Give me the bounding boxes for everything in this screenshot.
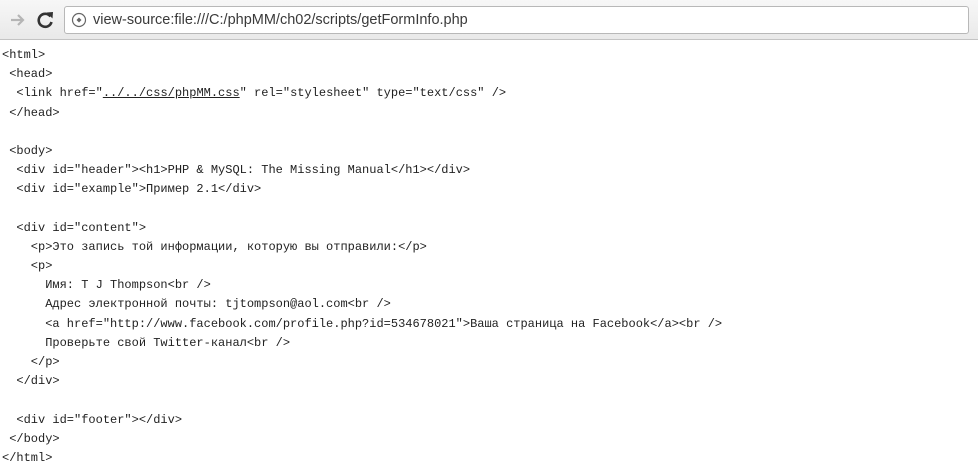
source-text: <link href="	[2, 86, 103, 101]
source-line: Адрес электронной почты: tjtompson@aol.c…	[2, 297, 391, 312]
source-line: <p>Это запись той информации, которую вы…	[2, 239, 427, 254]
source-line: Имя: T J Thompson<br />	[2, 278, 211, 293]
source-line: <div id="header"><h1>PHP & MySQL: The Mi…	[2, 163, 471, 178]
source-line: <a href="http://www.facebook.com/profile…	[2, 316, 723, 331]
reload-button[interactable]	[34, 9, 56, 31]
source-line: </body>	[2, 431, 60, 446]
source-line: Проверьте свой Twitter-канал<br />	[2, 335, 291, 350]
source-line: </p>	[2, 355, 60, 369]
arrow-right-icon	[11, 14, 25, 26]
source-line: <html>	[2, 48, 46, 62]
source-line	[2, 200, 722, 219]
source-line: <p>	[2, 259, 53, 274]
source-text: " rel="stylesheet" type="text/css" />	[239, 86, 507, 101]
stylesheet-link[interactable]: ../../css/phpMM.css	[103, 86, 240, 100]
source-line: <body>	[2, 143, 53, 158]
source-line	[2, 123, 722, 142]
source-line: </div>	[2, 374, 60, 389]
source-line: <head>	[2, 67, 53, 82]
browser-toolbar: view-source:file:///C:/phpMM/ch02/script…	[0, 0, 978, 40]
reload-icon	[37, 12, 53, 29]
source-line	[2, 391, 722, 410]
source-line: <link href="../../css/phpMM.css" rel="st…	[2, 84, 722, 103]
forward-button[interactable]	[8, 10, 28, 30]
page-info-icon	[71, 12, 87, 28]
address-bar-url: view-source:file:///C:/phpMM/ch02/script…	[93, 12, 468, 28]
source-line: <div id="example">Пример 2.1</div>	[2, 182, 262, 197]
source-line: <div id="footer"></div>	[2, 412, 183, 427]
source-line: <div id="content">	[2, 220, 147, 235]
page-source-view: <html> <head> <link href="../../css/phpM…	[2, 46, 722, 468]
address-bar[interactable]: view-source:file:///C:/phpMM/ch02/script…	[64, 6, 969, 34]
source-line: </head>	[2, 105, 60, 120]
source-line: </html>	[2, 450, 53, 465]
